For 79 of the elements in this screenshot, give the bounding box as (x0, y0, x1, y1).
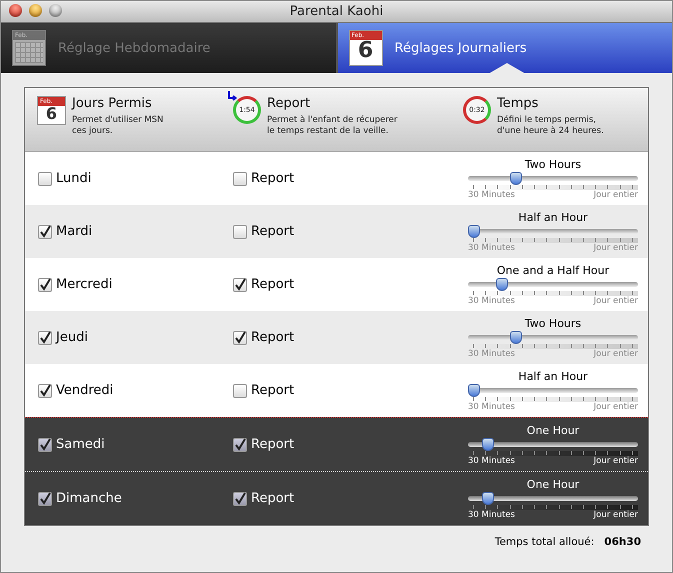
min-label: 30 Minutes (468, 456, 515, 466)
max-label: Jour entier (594, 402, 638, 412)
max-label: Jour entier (594, 190, 638, 200)
max-label: Jour entier (594, 348, 638, 358)
time-slider[interactable] (468, 278, 638, 290)
checkbox[interactable] (233, 384, 247, 398)
calendar-day: 6 (38, 106, 65, 122)
time-slider[interactable] (468, 330, 638, 344)
day-label: Vendredi (56, 383, 114, 398)
column-description: Permet d'utiliser MSN ces jours. (72, 115, 164, 138)
day-label: Jeudi (56, 330, 88, 345)
checkbox[interactable] (38, 438, 52, 452)
checkbox[interactable] (233, 224, 247, 238)
window-title: Parental Kaohi (290, 4, 384, 19)
time-slider[interactable] (468, 172, 638, 184)
slider-thumb[interactable] (468, 384, 480, 396)
time-slider[interactable] (468, 492, 638, 504)
checkbox[interactable] (38, 224, 52, 238)
day-label: Mardi (56, 224, 92, 239)
min-label: 30 Minutes (468, 242, 515, 252)
slider-value: Two Hours (524, 316, 582, 330)
report-label: Report (251, 491, 294, 506)
report-label: Report (251, 224, 294, 239)
checkbox[interactable] (38, 492, 52, 506)
checkbox[interactable] (233, 278, 247, 292)
checkbox[interactable] (233, 438, 247, 452)
slider-thumb[interactable] (510, 172, 522, 184)
report-label: Report (251, 330, 294, 345)
zoom-button[interactable] (49, 4, 62, 17)
slider-thumb[interactable] (510, 330, 522, 344)
minimize-button[interactable] (29, 4, 42, 17)
close-button[interactable] (9, 4, 22, 17)
slider-thumb[interactable] (468, 224, 480, 238)
total-value: 06h30 (604, 536, 641, 548)
max-label: Jour entier (594, 456, 638, 466)
checkbox[interactable] (38, 278, 52, 292)
arrow-icon (227, 91, 237, 101)
min-label: 30 Minutes (468, 190, 515, 200)
checkbox[interactable] (38, 384, 52, 398)
min-label: 30 Minutes (468, 402, 515, 412)
column-title: Jours Permis (72, 96, 153, 111)
min-label: 30 Minutes (468, 510, 515, 520)
slider-value: Two Hours (524, 158, 582, 170)
time-slider[interactable] (468, 384, 638, 396)
total-label: Temps total alloué: (494, 536, 594, 548)
calendar-day: 6 (350, 40, 382, 62)
max-label: Jour entier (594, 242, 638, 252)
report-label: Report (251, 437, 294, 452)
checkbox[interactable] (38, 330, 52, 344)
checkbox[interactable] (233, 330, 247, 344)
max-label: Jour entier (594, 510, 638, 520)
slider-thumb[interactable] (482, 438, 494, 450)
checkbox[interactable] (38, 172, 52, 186)
calendar-grid-icon (15, 42, 43, 63)
column-title: Report (267, 96, 312, 111)
checkbox[interactable] (233, 492, 247, 506)
column-description: Défini le temps permis, d'une heure à 24 heures. (497, 115, 604, 138)
slider-thumb[interactable] (496, 278, 508, 290)
slider-value: One Hour (526, 424, 580, 436)
slider-thumb[interactable] (482, 492, 494, 504)
report-label: Report (251, 383, 294, 398)
slider-value: Half an Hour (517, 210, 589, 224)
day-label: Lundi (56, 171, 92, 186)
min-label: 30 Minutes (468, 348, 515, 358)
report-label: Report (251, 277, 294, 292)
slider-value: Half an Hour (517, 370, 589, 382)
column-title: Temps (497, 96, 540, 111)
day-label: Dimanche (56, 491, 122, 506)
max-label: Jour entier (594, 296, 638, 306)
checkbox[interactable] (233, 172, 247, 186)
report-label: Report (251, 171, 294, 186)
column-description: Permet à l'enfant de récuperer le temps restant de la veille. (267, 115, 398, 138)
time-slider[interactable] (468, 438, 638, 450)
day-label: Samedi (56, 437, 105, 452)
time-slider[interactable] (468, 224, 638, 238)
min-label: 30 Minutes (468, 296, 515, 306)
day-label: Mercredi (56, 277, 112, 292)
slider-value: One and a Half Hour (496, 264, 610, 276)
slider-value: One Hour (526, 478, 580, 490)
